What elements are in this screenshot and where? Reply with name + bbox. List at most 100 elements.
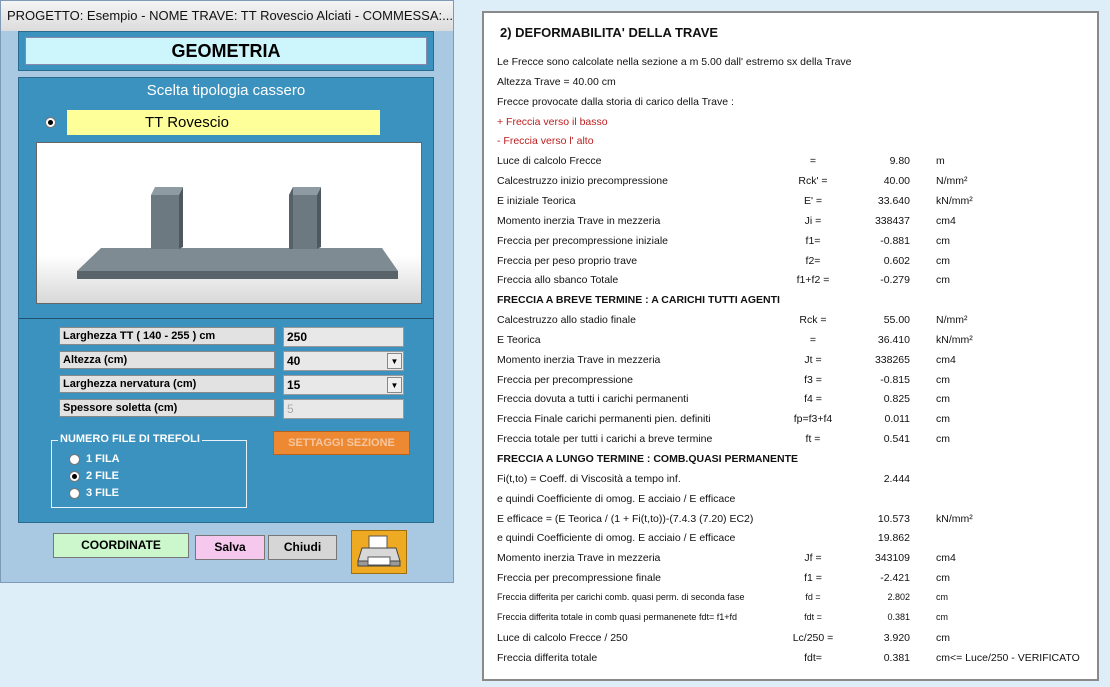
report-row-value: 0.011 <box>884 413 911 425</box>
report-row-symbol: = <box>809 334 817 346</box>
report-row: E Teorica = 36.410 kN/mm² <box>484 334 1097 350</box>
report-row: Freccia differita totale fdt= 0.381 cm<= Lu… <box>484 652 1097 668</box>
report-row-value: 0.825 <box>883 393 910 405</box>
trefoli-option-2[interactable]: 2 FILE <box>69 470 119 482</box>
trefoli-option-1[interactable]: 1 FILA <box>69 453 120 465</box>
report-row-symbol: f4 = <box>804 393 822 405</box>
report-row-unit: kN/mm² <box>936 513 973 525</box>
report-row-label: Momento inerzia Trave in mezzeria <box>497 215 661 227</box>
settaggi-sezione-button[interactable]: SETTAGGI SEZIONE <box>273 431 410 455</box>
cassero-radio[interactable] <box>45 117 56 128</box>
report-row: Freccia differita totale in comb quasi p… <box>484 612 1097 628</box>
altezza-select[interactable]: 40 ▼ <box>283 351 404 371</box>
report-row-value: 9.80 <box>889 155 910 167</box>
field-label-larghezza-nervatura: Larghezza nervatura (cm) <box>59 375 275 393</box>
report-row: Altezza Trave = 40.00 cm <box>484 76 1097 92</box>
report-row-unit: kN/mm² <box>936 195 973 207</box>
report-row-value: 0.602 <box>883 255 910 267</box>
larghezza-tt-value: 250 <box>287 330 308 344</box>
field-label-altezza: Altezza (cm) <box>59 351 275 369</box>
report-row: Momento inerzia Trave in mezzeria Ji = 338… <box>484 215 1097 231</box>
report-row-label: + Freccia verso il basso <box>497 116 608 128</box>
report-row-label: Momento inerzia Trave in mezzeria <box>497 354 661 366</box>
report-row-label: - Freccia verso l' alto <box>497 135 594 147</box>
trefoli-option-3-label: 3 FILE <box>86 487 120 499</box>
report-row: FRECCIA A BREVE TERMINE : A CARICHI TUTT… <box>484 294 1097 310</box>
report-row-unit: cm <box>936 374 950 386</box>
radio-selected-icon[interactable] <box>69 471 80 482</box>
trefoli-option-3[interactable]: 3 FILE <box>69 487 119 499</box>
altezza-value: 40 <box>287 354 301 368</box>
deformability-report: 2) DEFORMABILITA' DELLA TRAVE Le Frecce … <box>482 11 1099 681</box>
report-row-symbol: fp=f3+f4 <box>793 413 833 425</box>
report-row: Momento inerzia Trave in mezzeria Jt = 338… <box>484 354 1097 370</box>
report-row-unit: cm<= Luce/250 - VERIFICATO <box>936 652 1080 664</box>
larghezza-nervatura-select[interactable]: 15 ▼ <box>283 375 404 395</box>
separator <box>19 318 433 319</box>
report-row: Freccia per precompressione f3 = -0.815 cm <box>484 374 1097 390</box>
report-row-label: Freccia Finale carichi permanenti pien. … <box>497 413 711 425</box>
save-button[interactable]: Salva <box>195 535 265 560</box>
report-row: E iniziale Teorica E' = 33.640 kN/mm² <box>484 195 1097 211</box>
report-row-value: -0.815 <box>880 374 910 386</box>
report-row-unit: cm <box>936 433 950 445</box>
report-row-unit: cm <box>936 413 950 425</box>
larghezza-tt-input[interactable]: 250 <box>283 327 404 347</box>
report-row-label: Le Frecce sono calcolate nella sezione a… <box>497 56 852 68</box>
spessore-soletta-value: 5 <box>287 402 294 416</box>
radio-icon[interactable] <box>69 454 80 465</box>
report-row-symbol: f2= <box>805 255 821 267</box>
report-row-label: e quindi Coefficiente di omog. E acciaio… <box>497 532 736 544</box>
report-row-unit: kN/mm² <box>936 334 973 346</box>
report-row-value: 2.802 <box>887 592 910 602</box>
report-row-value: 338265 <box>874 354 910 366</box>
report-row-value: -0.881 <box>880 235 910 247</box>
report-row: Freccia differita per carichi comb. quas… <box>484 592 1097 608</box>
selected-type-box[interactable]: TT Rovescio <box>67 110 380 135</box>
report-row-unit: cm4 <box>936 354 956 366</box>
report-row: Momento inerzia Trave in mezzeria Jf = 343… <box>484 552 1097 568</box>
geometry-title: GEOMETRIA <box>25 37 427 65</box>
chevron-down-icon[interactable]: ▼ <box>387 353 402 369</box>
report-row-symbol: = <box>809 155 817 167</box>
report-row: Fi(t,to) = Coeff. di Viscosità a tempo i… <box>484 473 1097 489</box>
report-row-unit: cm <box>936 632 950 644</box>
report-row-symbol: f1= <box>805 235 821 247</box>
report-row-symbol: fdt= <box>804 652 822 664</box>
report-row-symbol: fdt = <box>804 612 822 622</box>
report-row: Calcestruzzo allo stadio finale Rck = 55.0… <box>484 314 1097 330</box>
report-row: e quindi Coefficiente di omog. E acciaio… <box>484 493 1097 509</box>
print-button[interactable] <box>351 530 407 574</box>
radio-icon[interactable] <box>69 488 80 499</box>
report-row-value: 2.444 <box>883 473 910 485</box>
report-row-unit: cm4 <box>936 215 956 227</box>
report-row-value: 36.410 <box>877 334 910 346</box>
report-row: Luce di calcolo Frecce / 250 Lc/250 = 3.92… <box>484 632 1097 648</box>
report-row: - Freccia verso l' alto <box>484 135 1097 151</box>
coordinate-button[interactable]: COORDINATE <box>53 533 189 558</box>
report-row-symbol: ft = <box>805 433 821 445</box>
chevron-down-icon[interactable]: ▼ <box>387 377 402 393</box>
field-label-larghezza-tt: Larghezza TT ( 140 - 255 ) cm <box>59 327 275 345</box>
report-row-value: 10.573 <box>877 513 910 525</box>
report-row-unit: cm <box>936 393 950 405</box>
report-row-value: 33.640 <box>877 195 910 207</box>
tt-beam-drawing <box>37 143 421 303</box>
larghezza-nervatura-value: 15 <box>287 378 301 392</box>
report-row: + Freccia verso il basso <box>484 116 1097 132</box>
geometry-window: PROGETTO: Esempio - NOME TRAVE: TT Roves… <box>0 0 454 583</box>
report-row-label: Freccia dovuta a tutti i carichi permane… <box>497 393 689 405</box>
report-row-value: 19.862 <box>877 532 910 544</box>
report-row-symbol: f1 = <box>804 572 822 584</box>
report-row-unit: cm <box>936 255 950 267</box>
report-row: Frecce provocate dalla storia di carico … <box>484 96 1097 112</box>
report-row-unit: cm <box>936 592 948 602</box>
report-row-label: E efficace = (E Teorica / (1 + Fi(t,to))… <box>497 513 754 525</box>
report-row: Freccia per precompressione finale f1 = -2… <box>484 572 1097 588</box>
report-row-label: Altezza Trave = 40.00 cm <box>497 76 616 88</box>
report-row-label: Freccia per peso proprio trave <box>497 255 638 267</box>
close-button[interactable]: Chiudi <box>268 535 337 560</box>
trefoli-option-1-label: 1 FILA <box>86 453 120 465</box>
report-row-symbol: fd = <box>805 592 821 602</box>
report-row: Freccia per precompressione iniziale f1= -… <box>484 235 1097 251</box>
